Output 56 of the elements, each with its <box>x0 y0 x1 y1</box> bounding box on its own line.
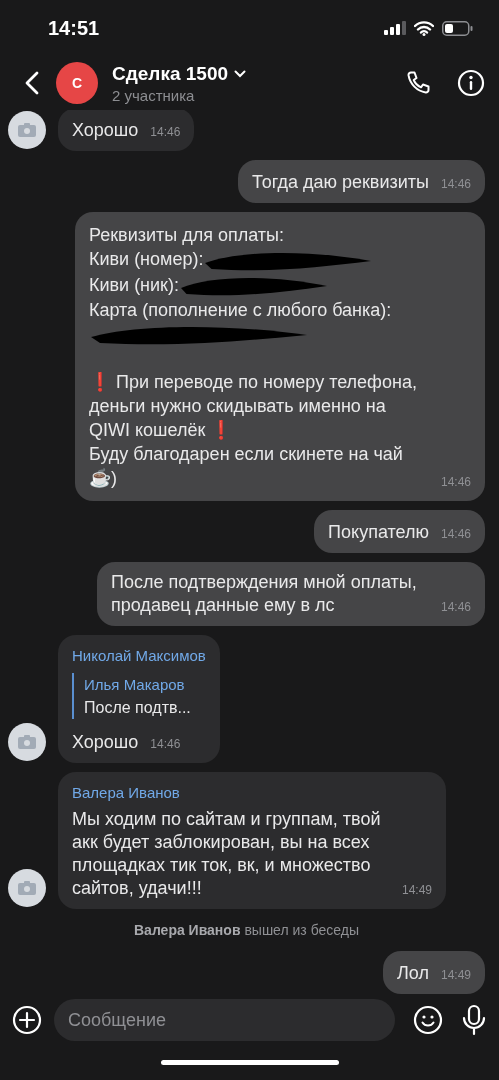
wifi-icon <box>414 20 434 36</box>
chevron-down-icon[interactable] <box>234 69 247 78</box>
user-avatar[interactable] <box>8 869 46 907</box>
info-button[interactable] <box>457 69 485 97</box>
message-time: 14:46 <box>150 736 181 752</box>
message-text: Тогда даю реквизиты <box>252 171 429 195</box>
system-message: Валера Иванов вышел из беседы <box>134 922 359 938</box>
message-text: Покупателю <box>328 521 429 544</box>
reply-text: После подтв... <box>84 698 192 718</box>
message-bubble[interactable] <box>74 212 485 501</box>
message-time: 14:49 <box>401 882 432 898</box>
message-bubble[interactable]: После подтверждения мной оплаты, продавец данные ему в лс 14:46 <box>97 562 485 626</box>
message-text: Карта (пополнение с любого банка): <box>88 298 393 322</box>
microphone-button[interactable] <box>461 1004 487 1036</box>
participants-count: 2 участника <box>112 86 196 104</box>
camera-icon <box>18 881 36 895</box>
message-time: 14:46 <box>440 599 471 615</box>
message-text: Хорошо <box>72 731 139 754</box>
message-text: После подтверждения мной оплаты, продавец данные ему в лс <box>111 571 418 617</box>
message-time: 14:46 <box>440 474 471 490</box>
reply-author: Илья Макаров <box>84 675 186 695</box>
message-text: Киви (номер): <box>88 249 204 270</box>
message-time: 14:49 <box>440 967 471 983</box>
message-text: Лол <box>397 962 429 985</box>
user-avatar[interactable] <box>8 111 46 150</box>
message-bubble[interactable]: Хорошо 14:46 <box>58 110 195 152</box>
emoji-button[interactable] <box>413 1005 443 1035</box>
message-bubble[interactable]: Покупателю 14:46 <box>314 510 485 553</box>
message-bubble[interactable]: Тогда даю реквизиты 14:46 <box>238 160 485 204</box>
battery-icon <box>442 20 473 36</box>
message-text: Мы ходим по сайтам и группам, твой акк будет заблокирован, вы на всех площадках тик ток, вк, и множество сайтов, удачи!!! <box>72 808 382 900</box>
camera-icon <box>18 735 36 749</box>
signal-icon <box>384 21 406 35</box>
status-time: 14:51 <box>48 16 100 40</box>
message-bubble[interactable]: Валера Иванов Мы ходим по сайтам и группам, твой акк будет заблокирован, вы на всех площадках тик ток, вк, и множество сайтов, удачи!!! 14:49 <box>58 772 446 909</box>
message-bubble[interactable]: Лол 14:49 <box>383 951 485 994</box>
sender-name: Валера Иванов <box>72 783 181 803</box>
message-time: 14:46 <box>440 176 471 193</box>
message-text: Киви (ник): <box>88 274 179 295</box>
call-button[interactable] <box>405 70 431 96</box>
message-text: Реквизиты для оплаты: <box>88 224 285 248</box>
message-text: Хорошо <box>72 119 139 143</box>
message-text: Буду благодарен если скинете на чай ☕) <box>88 443 404 490</box>
chat-title[interactable]: Сделка 1500 <box>112 62 229 85</box>
message-text: ❗ При переводе по номеру телефона, деньги нужно скидывать именно на QIWI кошелёк ❗ <box>88 371 418 442</box>
user-avatar[interactable] <box>8 723 46 761</box>
sender-name: Николай Максимов <box>72 646 206 666</box>
message-input[interactable]: Сообщение <box>54 999 395 1041</box>
message-time: 14:46 <box>150 124 181 141</box>
camera-icon <box>18 123 36 138</box>
reply-quote[interactable]: Илья Макаров После подтв... <box>72 673 206 719</box>
message-time: 14:46 <box>440 526 471 542</box>
chat-avatar[interactable]: С <box>56 62 98 104</box>
message-bubble[interactable]: Николай Максимов Илья Макаров После подтв... Хорошо 14:46 <box>58 635 220 763</box>
back-icon[interactable] <box>25 71 39 95</box>
attach-button[interactable] <box>12 1005 42 1035</box>
